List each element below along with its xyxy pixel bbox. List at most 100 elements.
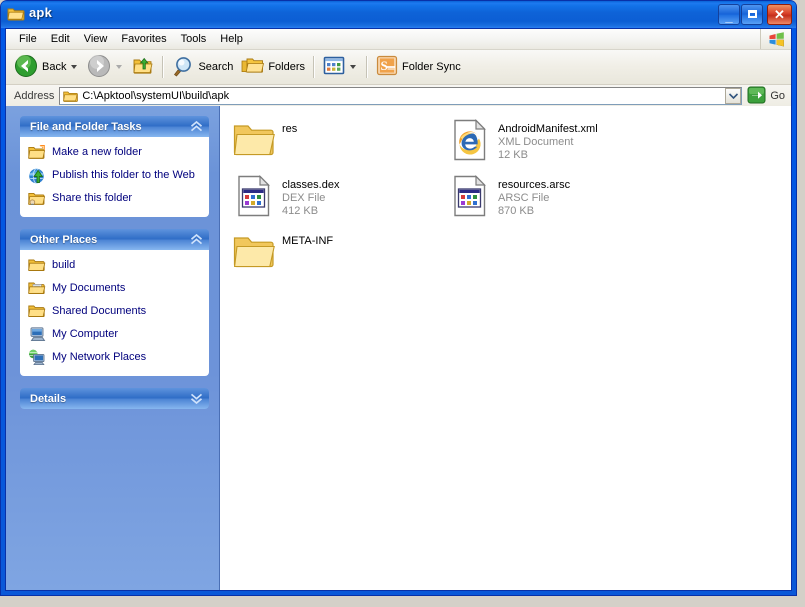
place-my-network-places[interactable]: My Network Places [28,349,201,367]
folder-sync-label: Folder Sync [402,61,461,73]
panel-body-file-and-folder-tasks: Make a new folder Publish this folder to… [20,137,209,217]
menu-bar: File Edit View Favorites Tools Help [6,29,791,50]
toolbar-separator-3 [366,56,369,78]
new-folder-icon [28,144,46,162]
chevron-up-icon[interactable] [189,233,203,247]
task-label: Share this folder [52,192,133,204]
share-folder-icon [28,190,46,208]
maximize-icon [742,5,762,24]
file-name: res [282,123,298,135]
panel-title: Other Places [30,233,98,246]
address-input[interactable]: C:\Apktool\systemUI\build\apk [59,87,743,105]
panel-header-other-places[interactable]: Other Places [20,229,209,250]
folder-icon [28,257,46,275]
chevron-down-icon[interactable] [189,392,203,406]
generic-file-icon [448,174,492,218]
folder-icon [232,118,276,162]
back-button[interactable]: Back [10,54,83,80]
back-label: Back [42,61,67,73]
shared-documents-icon [28,303,46,321]
file-info: classes.dex DEX File 412 KB [276,174,339,218]
panel-title: File and Folder Tasks [30,120,142,133]
explorer-body: File and Folder Tasks Make a new folder … [6,106,791,590]
chevron-up-icon[interactable] [189,120,203,134]
file-info: res [276,118,297,136]
menu-file[interactable]: File [12,31,44,48]
file-name: resources.arsc [498,179,571,191]
task-pane: File and Folder Tasks Make a new folder … [6,106,220,590]
folders-button[interactable]: Folders [237,54,309,80]
minimize-button[interactable]: _ [718,4,740,25]
task-publish-to-web[interactable]: Publish this folder to the Web [28,167,201,185]
file-item[interactable]: classes.dex DEX File 412 KB [226,172,442,228]
file-name: META-INF [282,235,334,247]
address-folder-icon [63,90,79,103]
address-bar: Address C:\Apktool\systemUI\build\apk Go [6,85,791,108]
toolbar-separator-2 [313,56,316,78]
back-dropdown-icon[interactable] [71,65,78,69]
close-icon: ✕ [774,7,785,22]
folder-sync-button[interactable]: S Folder Sync [372,54,465,80]
go-button[interactable]: Go [742,86,789,107]
close-button[interactable]: ✕ [767,4,792,25]
up-folder-icon [132,56,154,79]
explorer-window: apk _ ✕ File Edit View Favorites Tools H… [0,0,797,596]
file-info: AndroidManifest.xml XML Document 12 KB [492,118,598,162]
address-dropdown-button[interactable] [725,88,742,104]
file-size: 870 KB [498,205,535,217]
folders-icon [241,56,265,79]
windows-logo-icon[interactable] [760,29,791,49]
title-bar[interactable]: apk _ ✕ [1,1,796,28]
file-size: 12 KB [498,149,528,161]
views-button[interactable] [319,54,362,80]
menu-view[interactable]: View [77,31,115,48]
file-item[interactable]: AndroidManifest.xml XML Document 12 KB [442,116,658,172]
my-computer-icon [28,326,46,344]
place-my-documents[interactable]: My Documents [28,280,201,298]
file-info: META-INF [276,230,333,248]
menu-favorites[interactable]: Favorites [114,31,173,48]
place-build[interactable]: build [28,257,201,275]
publish-web-icon [28,167,46,185]
forward-arrow-icon [87,54,111,81]
folder-sync-icon: S [376,55,398,79]
panel-header-details[interactable]: Details [20,388,209,409]
file-type: ARSC File [498,192,550,204]
panel-other-places: Other Places build My Documents Shared D… [20,229,209,376]
task-make-new-folder[interactable]: Make a new folder [28,144,201,162]
file-item[interactable]: META-INF [226,228,442,284]
task-label: Publish this folder to the Web [52,169,195,181]
menu-help[interactable]: Help [213,31,250,48]
folders-label: Folders [268,61,306,73]
network-places-icon [28,349,46,367]
place-my-computer[interactable]: My Computer [28,326,201,344]
toolbar-separator-1 [162,56,165,78]
place-label: Shared Documents [52,305,147,317]
address-label: Address [14,90,55,102]
file-list[interactable]: res AndroidManifest.xml XML Document 12 … [220,106,791,590]
window-client-area: File Edit View Favorites Tools Help Back… [5,28,792,591]
task-label: Make a new folder [52,146,142,158]
search-button[interactable]: Search [168,54,237,80]
views-dropdown-icon[interactable] [350,65,357,69]
file-size: 412 KB [282,205,319,217]
menu-tools[interactable]: Tools [174,31,214,48]
svg-text:S: S [381,58,388,73]
toolbar: Back Search Folders S Folder Sync [6,50,791,85]
menu-edit[interactable]: Edit [44,31,77,48]
up-button[interactable] [128,54,158,80]
file-name: AndroidManifest.xml [498,123,598,135]
panel-header-file-and-folder-tasks[interactable]: File and Folder Tasks [20,116,209,137]
place-label: My Documents [52,282,126,294]
place-label: My Network Places [52,351,147,363]
file-item[interactable]: res [226,116,442,172]
file-item[interactable]: resources.arsc ARSC File 870 KB [442,172,658,228]
place-label: My Computer [52,328,119,340]
task-share-folder[interactable]: Share this folder [28,190,201,208]
panel-title: Details [30,392,67,405]
place-shared-documents[interactable]: Shared Documents [28,303,201,321]
maximize-button[interactable] [741,4,763,25]
window-title: apk [29,5,53,20]
forward-button[interactable] [83,54,128,80]
folder-icon [7,6,25,22]
